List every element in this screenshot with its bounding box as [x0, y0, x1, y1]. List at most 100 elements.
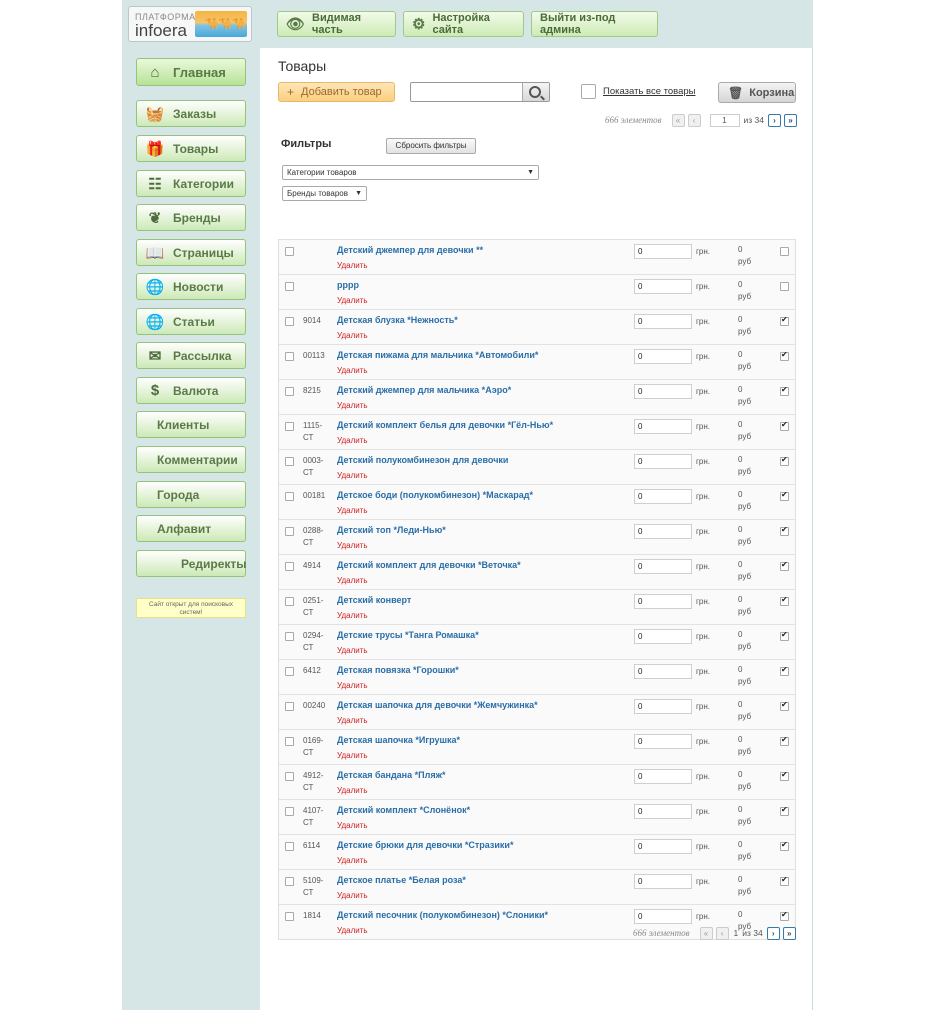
price-input[interactable]: 0 [634, 839, 692, 854]
site-settings-button[interactable]: ⚙ Настройка сайта [403, 11, 524, 37]
delete-link[interactable]: Удалить [337, 751, 368, 760]
last-page-button[interactable]: » [784, 113, 797, 127]
sidebar-item[interactable]: Редиректы [136, 550, 247, 577]
row-select-checkbox[interactable] [285, 667, 294, 676]
row-select-checkbox[interactable] [285, 912, 294, 921]
delete-link[interactable]: Удалить [337, 401, 368, 410]
visible-checkbox[interactable] [780, 525, 789, 536]
delete-link[interactable]: Удалить [337, 471, 368, 480]
product-name-link[interactable]: Детский комплект *Слонёнок* [337, 805, 470, 815]
product-name-link[interactable]: Детские брюки для девочки *Стразики* [337, 840, 513, 850]
sidebar-item[interactable]: 🌐 Статьи [136, 308, 246, 335]
row-select-checkbox[interactable] [285, 562, 294, 571]
visible-checkbox[interactable] [780, 735, 789, 746]
row-select-checkbox[interactable] [285, 702, 294, 711]
sidebar-item[interactable]: Клиенты [136, 411, 246, 438]
delete-link[interactable]: Удалить [337, 576, 368, 585]
price-input[interactable]: 0 [634, 559, 692, 574]
logo[interactable]: ПЛАТФОРМА infoera 🐪🐪🐪 [128, 6, 252, 42]
price-input[interactable]: 0 [634, 244, 692, 259]
sidebar-item[interactable]: Комментарии [136, 446, 246, 473]
row-select-checkbox[interactable] [285, 492, 294, 501]
row-select-checkbox[interactable] [285, 877, 294, 886]
delete-link[interactable]: Удалить [337, 786, 368, 795]
product-name-link[interactable]: Детский топ *Леди-Нью* [337, 525, 446, 535]
visible-checkbox[interactable] [780, 595, 789, 606]
product-name-link[interactable]: Детское платье *Белая роза* [337, 875, 466, 885]
add-product-button[interactable]: + Добавить товар [278, 82, 395, 102]
visible-checkbox[interactable] [780, 420, 789, 431]
row-select-checkbox[interactable] [285, 457, 294, 466]
sidebar-item[interactable]: Города [136, 481, 246, 508]
sidebar-item[interactable]: 🌐 Новости [136, 273, 246, 300]
delete-link[interactable]: Удалить [337, 366, 368, 375]
delete-link[interactable]: Удалить [337, 821, 368, 830]
delete-link[interactable]: Удалить [337, 541, 368, 550]
show-all-link[interactable]: Показать все товары [603, 86, 696, 97]
price-input[interactable]: 0 [634, 454, 692, 469]
sidebar-item[interactable]: $ Валюта [136, 377, 246, 404]
reset-filters-button[interactable]: Сбросить фильтры [386, 138, 476, 154]
delete-link[interactable]: Удалить [337, 331, 368, 340]
product-name-link[interactable]: Детский полукомбинезон для девочки [337, 455, 508, 465]
product-name-link[interactable]: Детский джемпер для мальчика *Аэро* [337, 385, 511, 395]
price-input[interactable]: 0 [634, 664, 692, 679]
visible-checkbox[interactable] [780, 350, 789, 361]
row-select-checkbox[interactable] [285, 247, 294, 256]
product-name-link[interactable]: Детская блузка *Нежность* [337, 315, 458, 325]
price-input[interactable]: 0 [634, 629, 692, 644]
product-name-link[interactable]: Детский комплект белья для девочки *Гёл-… [337, 420, 553, 430]
next-page-button[interactable]: › [768, 113, 781, 127]
price-input[interactable]: 0 [634, 279, 692, 294]
product-name-link[interactable]: Детская бандана *Пляж* [337, 770, 445, 780]
logout-admin-button[interactable]: Выйти из-под админа [531, 11, 658, 37]
visible-checkbox[interactable] [780, 282, 789, 291]
row-select-checkbox[interactable] [285, 807, 294, 816]
product-name-link[interactable]: Детское боди (полукомбинезон) *Маскарад* [337, 490, 533, 500]
product-name-link[interactable]: Детский комплект для девочки *Веточка* [337, 560, 521, 570]
row-select-checkbox[interactable] [285, 282, 294, 291]
visible-checkbox[interactable] [780, 770, 789, 781]
delete-link[interactable]: Удалить [337, 856, 368, 865]
sidebar-item[interactable]: ❦ Бренды [136, 204, 246, 231]
product-name-link[interactable]: рррр [337, 280, 359, 290]
visible-checkbox[interactable] [780, 665, 789, 676]
sidebar-item[interactable]: 🧺 Заказы [136, 100, 246, 127]
row-select-checkbox[interactable] [285, 842, 294, 851]
product-name-link[interactable]: Детский конверт [337, 595, 411, 605]
visible-checkbox[interactable] [780, 875, 789, 886]
visible-checkbox[interactable] [780, 560, 789, 571]
delete-link[interactable]: Удалить [337, 261, 368, 270]
price-input[interactable]: 0 [634, 384, 692, 399]
product-name-link[interactable]: Детская шапочка *Игрушка* [337, 735, 460, 745]
row-select-checkbox[interactable] [285, 317, 294, 326]
price-input[interactable]: 0 [634, 524, 692, 539]
row-select-checkbox[interactable] [285, 422, 294, 431]
brands-select[interactable]: Бренды товаров ▼ [282, 186, 367, 201]
first-page-button[interactable]: « [699, 926, 713, 940]
sidebar-item[interactable]: ⌂ Главная [136, 58, 246, 86]
visible-checkbox[interactable] [780, 455, 789, 466]
price-input[interactable]: 0 [634, 804, 692, 819]
product-name-link[interactable]: Детская пижама для мальчика *Автомобили* [337, 350, 538, 360]
product-name-link[interactable]: Детские трусы *Танга Ромашка* [337, 630, 479, 640]
delete-link[interactable]: Удалить [337, 436, 368, 445]
delete-link[interactable]: Удалить [337, 891, 368, 900]
row-select-checkbox[interactable] [285, 387, 294, 396]
row-select-checkbox[interactable] [285, 527, 294, 536]
visible-checkbox[interactable] [780, 840, 789, 851]
search-button[interactable] [522, 83, 549, 101]
sidebar-item[interactable]: 🎁 Товары [136, 135, 246, 162]
row-select-checkbox[interactable] [285, 352, 294, 361]
price-input[interactable]: 0 [634, 874, 692, 889]
first-page-button[interactable]: « [671, 113, 685, 127]
delete-link[interactable]: Удалить [337, 296, 368, 305]
visible-checkbox[interactable] [780, 630, 789, 641]
visible-checkbox[interactable] [780, 700, 789, 711]
visible-part-button[interactable]: 👁 Видимая часть [277, 11, 396, 37]
price-input[interactable]: 0 [634, 734, 692, 749]
search-input[interactable] [410, 82, 550, 102]
visible-checkbox[interactable] [780, 490, 789, 501]
next-page-button[interactable]: › [766, 926, 780, 940]
visible-checkbox[interactable] [780, 910, 789, 921]
